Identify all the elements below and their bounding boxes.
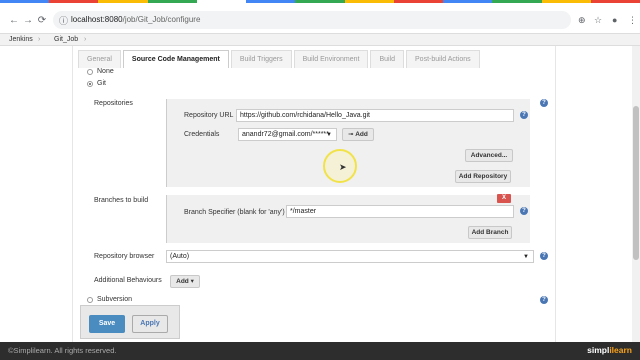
branches-label: Branches to build: [94, 197, 149, 204]
apply-button[interactable]: Apply: [132, 315, 168, 333]
delete-branch-button[interactable]: X: [497, 194, 511, 203]
scm-none-label: None: [97, 68, 114, 75]
radio-subversion[interactable]: [87, 296, 93, 303]
repo-browser-label: Repository browser: [94, 253, 155, 260]
breadcrumb-separator: ›: [38, 36, 41, 43]
menu-icon[interactable]: ⋮: [628, 15, 637, 26]
additional-add-button[interactable]: Add ▾: [170, 275, 200, 288]
help-icon[interactable]: ?: [520, 207, 528, 215]
page-scrollbar[interactable]: [632, 46, 640, 342]
add-repository-button[interactable]: Add Repository: [455, 170, 511, 183]
scrollbar-thumb[interactable]: [633, 106, 639, 260]
save-button[interactable]: Save: [89, 315, 125, 333]
bookmark-star-icon[interactable]: ☆: [594, 15, 602, 26]
copyright-text: ©Simplilearn. All rights reserved.: [8, 346, 117, 355]
scm-subversion-label: Subversion: [97, 296, 133, 303]
credentials-add-button[interactable]: ⊸ Add: [342, 128, 374, 141]
config-tabs: General Source Code Management Build Tri…: [78, 50, 482, 68]
tab-general[interactable]: General: [78, 50, 121, 68]
account-icon[interactable]: ●: [612, 15, 617, 25]
scm-git-option[interactable]: Git: [87, 80, 106, 87]
repository-url-label: Repository URL: [184, 112, 234, 119]
reload-icon[interactable]: ⟳: [36, 15, 48, 27]
credentials-label: Credentials: [184, 131, 220, 138]
tab-post-build-actions[interactable]: Post-build Actions: [406, 50, 480, 68]
browser-toolbar: ← → ⟳ ⓘ localhost:8080/job/Git_Job/confi…: [0, 3, 640, 34]
branch-specifier-input[interactable]: */master: [286, 205, 514, 218]
key-icon: ⊸: [348, 131, 354, 138]
breadcrumb-separator: ›: [84, 36, 87, 43]
breadcrumb-jenkins[interactable]: Jenkins: [9, 36, 33, 43]
scm-none-option[interactable]: None: [87, 68, 114, 75]
chevron-down-icon: ▼: [523, 254, 529, 260]
url-text: localhost:8080/job/Git_Job/configure: [71, 15, 200, 24]
zoom-icon[interactable]: ⊕: [578, 15, 586, 26]
help-icon[interactable]: ?: [540, 252, 548, 260]
simplilearn-logo: simplilearn: [587, 345, 632, 355]
breadcrumb: Jenkins › Git_Job ›: [0, 34, 640, 46]
caret-down-icon: ▾: [190, 278, 194, 285]
logo-part1: simpl: [587, 345, 610, 355]
help-icon[interactable]: ?: [520, 111, 528, 119]
scm-git-label: Git: [97, 80, 106, 87]
help-icon[interactable]: ?: [540, 99, 548, 107]
back-icon[interactable]: ←: [8, 15, 20, 27]
repo-browser-select[interactable]: (Auto) ▼: [166, 250, 534, 263]
breadcrumb-git-job[interactable]: Git_Job: [54, 36, 78, 43]
mouse-pointer-icon: ➤: [339, 162, 347, 172]
logo-part2: ilearn: [609, 345, 632, 355]
chevron-down-icon: ▼: [326, 132, 332, 138]
video-footer: ©Simplilearn. All rights reserved. simpl…: [0, 342, 640, 360]
info-icon[interactable]: ⓘ: [59, 14, 68, 27]
credentials-add-label: Add: [355, 131, 368, 138]
help-icon[interactable]: ?: [540, 296, 548, 304]
address-bar[interactable]: ⓘ localhost:8080/job/Git_Job/configure: [53, 11, 571, 29]
radio-git[interactable]: [87, 80, 93, 87]
tab-source-code-management[interactable]: Source Code Management: [122, 50, 229, 68]
additional-behaviours-label: Additional Behaviours: [94, 277, 162, 284]
additional-add-label: Add: [176, 278, 189, 285]
credentials-value: anandr72@gmail.com/******: [242, 131, 329, 138]
url-host: localhost:8080: [71, 15, 123, 24]
tab-build-environment[interactable]: Build Environment: [293, 50, 369, 68]
radio-none[interactable]: [87, 68, 93, 75]
repository-url-input[interactable]: https://github.com/rchidana/Hello_Java.g…: [236, 109, 514, 122]
scm-subversion-option[interactable]: Subversion: [87, 296, 132, 303]
advanced-button[interactable]: Advanced...: [465, 149, 513, 162]
forward-icon[interactable]: →: [22, 15, 34, 27]
credentials-select[interactable]: anandr72@gmail.com/****** ▼: [238, 128, 337, 141]
repo-browser-value: (Auto): [170, 253, 190, 260]
url-path: /job/Git_Job/configure: [122, 15, 201, 24]
branch-specifier-label: Branch Specifier (blank for 'any'): [184, 209, 285, 216]
repositories-label: Repositories: [94, 100, 133, 107]
add-branch-button[interactable]: Add Branch: [468, 226, 512, 239]
tab-build[interactable]: Build: [370, 50, 405, 68]
config-form: [72, 46, 556, 342]
tab-build-triggers[interactable]: Build Triggers: [230, 50, 292, 68]
